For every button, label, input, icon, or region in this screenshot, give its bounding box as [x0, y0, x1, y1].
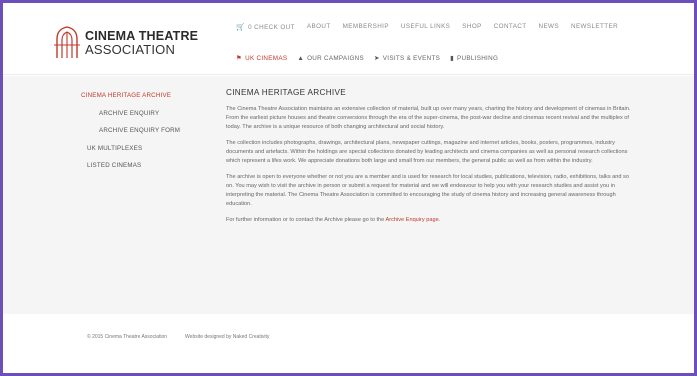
nav-our-campaigns[interactable]: ▲ OUR CAMPAIGNS: [297, 54, 364, 62]
paragraph-access: The archive is open to everyone whether …: [226, 174, 629, 207]
nav-membership[interactable]: MEMBERSHIP: [343, 23, 389, 31]
sidebar-item-listed-cinemas[interactable]: LISTED CINEMAS: [87, 162, 207, 172]
contact-prefix: For further information or to contact th…: [226, 217, 386, 223]
footer-credit[interactable]: Website designed by Naked Creativity: [185, 334, 269, 340]
nav-checkout-label: 0 CHECK OUT: [248, 23, 295, 31]
nav-contact[interactable]: CONTACT: [494, 23, 527, 31]
nav-uk-cinemas-label: UK CINEMAS: [245, 54, 288, 62]
top-navigation: 🛒 0 CHECK OUT ABOUT MEMBERSHIP USEFUL LI…: [236, 23, 618, 31]
nav-about[interactable]: ABOUT: [307, 23, 331, 31]
footer-copyright: © 2015 Cinema Theatre Association: [87, 334, 168, 340]
contact-suffix: .: [438, 217, 441, 223]
paragraph-contact: For further information or to contact th…: [226, 216, 631, 225]
browser-viewport: CINEMA THEATRE ASSOCIATION 🛒 0 CHECK OUT…: [3, 3, 694, 373]
sidebar-nav: CINEMA HERITAGE ARCHIVE ARCHIVE ENQUIRY …: [81, 92, 207, 180]
pin-icon: ➤: [374, 55, 380, 62]
cart-icon: 🛒: [236, 24, 246, 31]
megaphone-icon: ▲: [297, 54, 305, 62]
nav-publishing-label: PUBLISHING: [457, 54, 499, 62]
sidebar-item-uk-multiplexes[interactable]: UK MULTIPLEXES: [87, 145, 207, 155]
book-icon: ▮: [450, 55, 455, 62]
site-footer: © 2015 Cinema Theatre Association Websit…: [87, 334, 269, 340]
site-logo[interactable]: CINEMA THEATRE ASSOCIATION: [53, 25, 213, 61]
paragraph-intro: The Cinema Theatre Association maintains…: [226, 106, 631, 130]
nav-checkout[interactable]: 🛒 0 CHECK OUT: [236, 23, 295, 32]
sidebar-item-cinema-heritage-archive[interactable]: CINEMA HERITAGE ARCHIVE: [81, 92, 207, 102]
flag-icon: ⚑: [236, 55, 243, 62]
nav-visits-events[interactable]: ➤ VISITS & EVENTS: [374, 54, 441, 63]
cta-logo-icon: [54, 26, 80, 58]
nav-news[interactable]: NEWS: [539, 23, 560, 31]
nav-newsletter[interactable]: NEWSLETTER: [571, 23, 618, 31]
main-content: CINEMA HERITAGE ARCHIVE The Cinema Theat…: [226, 88, 631, 232]
paragraph-collection: The collection includes photographs, dra…: [226, 140, 628, 164]
nav-visits-events-label: VISITS & EVENTS: [382, 54, 441, 62]
content-band: CINEMA HERITAGE ARCHIVE ARCHIVE ENQUIRY …: [3, 76, 694, 314]
nav-useful-links[interactable]: USEFUL LINKS: [401, 23, 450, 31]
nav-publishing[interactable]: ▮ PUBLISHING: [450, 54, 499, 63]
sidebar-item-archive-enquiry[interactable]: ARCHIVE ENQUIRY: [87, 110, 207, 120]
archive-enquiry-link[interactable]: Archive Enquiry page: [386, 217, 439, 223]
page-title: CINEMA HERITAGE ARCHIVE: [226, 88, 347, 97]
site-header: CINEMA THEATRE ASSOCIATION 🛒 0 CHECK OUT…: [3, 3, 694, 75]
logo-line-2: ASSOCIATION: [85, 42, 176, 57]
logo-line-1: CINEMA THEATRE: [85, 29, 199, 43]
nav-uk-cinemas[interactable]: ⚑ UK CINEMAS: [236, 54, 288, 63]
nav-our-campaigns-label: OUR CAMPAIGNS: [307, 54, 365, 62]
nav-shop[interactable]: SHOP: [462, 23, 481, 31]
sidebar-item-archive-enquiry-form[interactable]: ARCHIVE ENQUIRY FORM: [87, 127, 207, 137]
main-navigation: ⚑ UK CINEMAS ▲ OUR CAMPAIGNS ➤ VISITS & …: [236, 54, 499, 63]
